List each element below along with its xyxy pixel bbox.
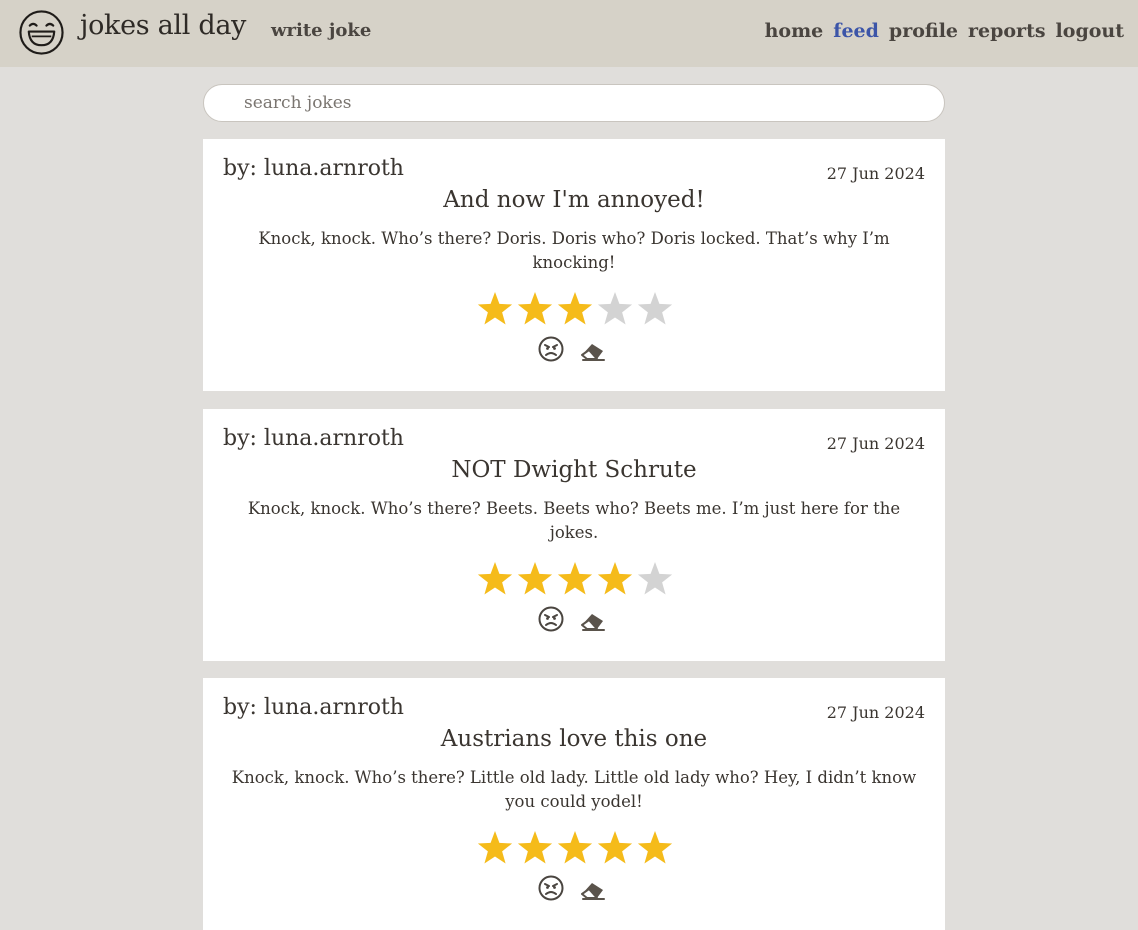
star-filled-icon[interactable] (557, 292, 593, 325)
joke-actions (537, 605, 607, 633)
star-empty-icon[interactable] (637, 562, 673, 595)
star-filled-icon[interactable] (477, 292, 513, 325)
eraser-icon[interactable] (579, 335, 607, 363)
star-filled-icon[interactable] (517, 292, 553, 325)
joke-title: NOT Dwight Schrute (451, 457, 697, 483)
joke-title: Austrians love this one (440, 726, 708, 752)
write-joke-link[interactable]: write joke (271, 20, 371, 41)
star-filled-icon[interactable] (557, 831, 593, 864)
nav-link-logout[interactable]: logout (1056, 20, 1124, 42)
joke-author: by: luna.arnroth (223, 695, 404, 720)
nav-link-reports[interactable]: reports (968, 20, 1046, 42)
app-title: jokes all day (80, 10, 247, 41)
joke-body: Knock, knock. Who’s there? Doris. Doris … (258, 229, 890, 272)
joke-author: by: luna.arnroth (223, 156, 404, 181)
star-empty-icon[interactable] (637, 292, 673, 325)
joke-body: Knock, knock. Who’s there? Beets. Beets … (247, 499, 901, 542)
joke-date: 27 Jun 2024 (826, 434, 925, 453)
star-filled-icon[interactable] (477, 831, 513, 864)
star-filled-icon[interactable] (517, 562, 553, 595)
joke-actions (537, 874, 607, 902)
angry-face-icon[interactable] (537, 874, 565, 902)
joke-actions (537, 335, 607, 363)
star-rating[interactable] (475, 828, 675, 868)
star-filled-icon[interactable] (597, 831, 633, 864)
angry-face-icon[interactable] (537, 335, 565, 363)
star-filled-icon[interactable] (557, 562, 593, 595)
nav-link-profile[interactable]: profile (889, 20, 958, 42)
star-empty-icon[interactable] (597, 292, 633, 325)
angry-face-icon[interactable] (537, 605, 565, 633)
eraser-icon[interactable] (579, 605, 607, 633)
laughing-face-icon[interactable] (18, 9, 65, 56)
joke-body: Knock, knock. Who’s there? Little old la… (231, 768, 917, 811)
nav-link-home[interactable]: home (765, 20, 824, 42)
nav-link-feed[interactable]: feed (833, 20, 879, 42)
joke-card: by: luna.arnroth 27 Jun 2024 NOT Dwight … (203, 409, 945, 661)
star-filled-icon[interactable] (597, 562, 633, 595)
eraser-icon[interactable] (579, 874, 607, 902)
joke-date: 27 Jun 2024 (826, 164, 925, 183)
star-rating[interactable] (475, 289, 675, 329)
nav-links: home feed profile reports logout (765, 20, 1124, 42)
joke-card: by: luna.arnroth 27 Jun 2024 Austrians l… (203, 678, 945, 930)
star-filled-icon[interactable] (477, 562, 513, 595)
star-filled-icon[interactable] (637, 831, 673, 864)
joke-author: by: luna.arnroth (223, 426, 404, 451)
star-rating[interactable] (475, 559, 675, 599)
joke-card: by: luna.arnroth 27 Jun 2024 And now I'm… (203, 139, 945, 391)
star-filled-icon[interactable] (517, 831, 553, 864)
joke-date: 27 Jun 2024 (826, 703, 925, 722)
search-input[interactable] (203, 84, 945, 122)
navbar: jokes all day write joke home feed profi… (0, 0, 1138, 67)
joke-title: And now I'm annoyed! (443, 187, 705, 213)
